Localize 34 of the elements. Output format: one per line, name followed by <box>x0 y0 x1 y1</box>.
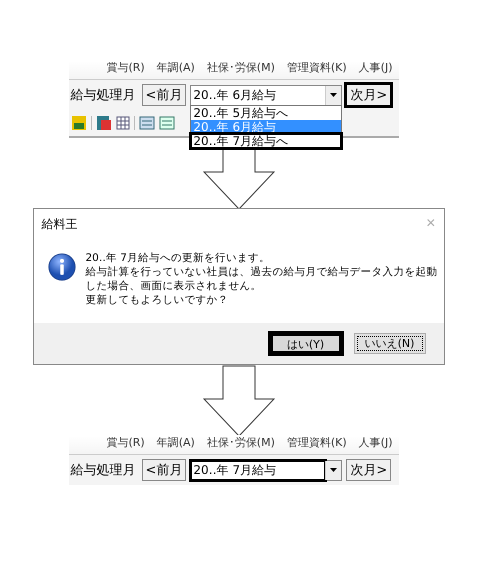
dropdown-option[interactable]: 20‥年 7月給与へ <box>191 134 342 148</box>
calendar-icon[interactable] <box>96 115 112 131</box>
next-month-button[interactable]: 次月> <box>346 459 392 481</box>
table-icon[interactable] <box>116 116 130 130</box>
dialog-button[interactable]: いいえ(N) <box>354 333 426 354</box>
dropdown-option[interactable]: 20‥年 5月給与へ <box>191 106 342 120</box>
caret-icon <box>330 468 338 472</box>
menu-item[interactable]: 人事(J) <box>358 60 392 75</box>
caret-icon <box>330 93 338 97</box>
message-line: 20‥年 7月給与への更新を行います。 <box>86 251 271 265</box>
menu-item[interactable]: 年調(A) <box>156 435 195 450</box>
menu-item[interactable]: 賞与(R) <box>106 435 145 450</box>
next-month-button[interactable]: 次月> <box>346 84 392 106</box>
menu-item[interactable]: 年調(A) <box>156 60 195 75</box>
dialog-button[interactable]: はい(Y) <box>270 333 342 354</box>
message-line: した場合、画面に表示されません。 <box>86 279 262 293</box>
dropdown-button[interactable] <box>325 460 342 480</box>
month-label: 給与処理月 <box>70 462 136 479</box>
info-icon <box>48 251 76 283</box>
menu-item[interactable]: 管理資料(K) <box>286 60 347 75</box>
message-line: 更新してもよろしいですか？ <box>86 293 230 307</box>
menu-item[interactable]: 社保･労保(M) <box>206 60 275 75</box>
previous-month-button[interactable]: <前月 <box>142 459 186 481</box>
month-label: 給与処理月 <box>70 87 136 104</box>
menu-item[interactable]: 人事(J) <box>358 435 392 450</box>
menu-item[interactable]: 管理資料(K) <box>286 435 347 450</box>
dropdown-button[interactable] <box>325 86 342 104</box>
menu-item[interactable]: 賞与(R) <box>106 60 145 75</box>
dialog-title: 給料王 <box>42 216 78 232</box>
document-icon[interactable] <box>158 116 174 130</box>
message-line: 給与計算を行っていない社員は、過去の給与月で給与データ入力を起動 <box>86 265 438 279</box>
document-icon[interactable] <box>138 116 154 130</box>
previous-month-button[interactable]: <前月 <box>142 84 186 106</box>
menu-item[interactable]: 社保･労保(M) <box>206 435 275 450</box>
